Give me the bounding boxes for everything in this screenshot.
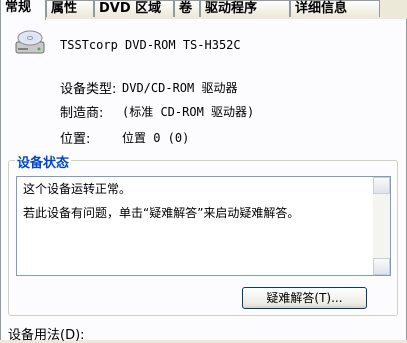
device-type-label: 设备类型:: [60, 82, 117, 97]
device-type-value: DVD/CD-ROM 驱动器: [122, 81, 238, 95]
tab-dvd-region[interactable]: DVD 区域: [94, 0, 174, 17]
tab-strip: 常规 属性 DVD 区域 卷 驱动程序 详细信息: [0, 0, 407, 20]
scroll-down-button[interactable]: [373, 258, 390, 275]
tab-label: 驱动程序: [205, 1, 258, 16]
device-status-textbox[interactable]: 这个设备运转正常。 若此设备有问题，单击“疑难解答”来启动疑难解答。: [16, 176, 391, 276]
cd-drive-icon: [15, 30, 45, 54]
device-usage-label: 设备用法(D):: [8, 328, 85, 343]
tab-volumes[interactable]: 卷: [174, 0, 200, 17]
tab-properties[interactable]: 属性: [46, 0, 94, 17]
tab-label: 详细信息: [295, 1, 348, 16]
scroll-up-button[interactable]: [373, 177, 390, 194]
tab-details[interactable]: 详细信息: [290, 0, 380, 17]
manufacturer-label: 制造商:: [60, 106, 104, 121]
location-label: 位置:: [60, 132, 91, 147]
location-value: 位置 0 (0): [122, 131, 190, 145]
tab-label: 属性: [51, 1, 78, 16]
tab-driver[interactable]: 驱动程序: [200, 0, 290, 17]
manufacturer-value: (标准 CD-ROM 驱动器): [122, 105, 255, 119]
vertical-scrollbar[interactable]: [373, 177, 390, 275]
status-line-1: 这个设备运转正常。: [23, 182, 132, 196]
tab-general[interactable]: 常规: [0, 0, 46, 20]
troubleshoot-button-label: 疑难解答(T)...: [266, 291, 343, 305]
device-status-title: 设备状态: [15, 152, 72, 171]
status-line-2: 若此设备有问题，单击“疑难解答”来启动疑难解答。: [23, 206, 300, 220]
tab-label: DVD 区域: [99, 1, 162, 16]
troubleshoot-button[interactable]: 疑难解答(T)...: [242, 287, 367, 309]
device-name: TSSTcorp DVD-ROM TS-H352C: [60, 38, 241, 52]
tab-label: 常规: [5, 0, 32, 15]
tab-label: 卷: [179, 1, 193, 16]
